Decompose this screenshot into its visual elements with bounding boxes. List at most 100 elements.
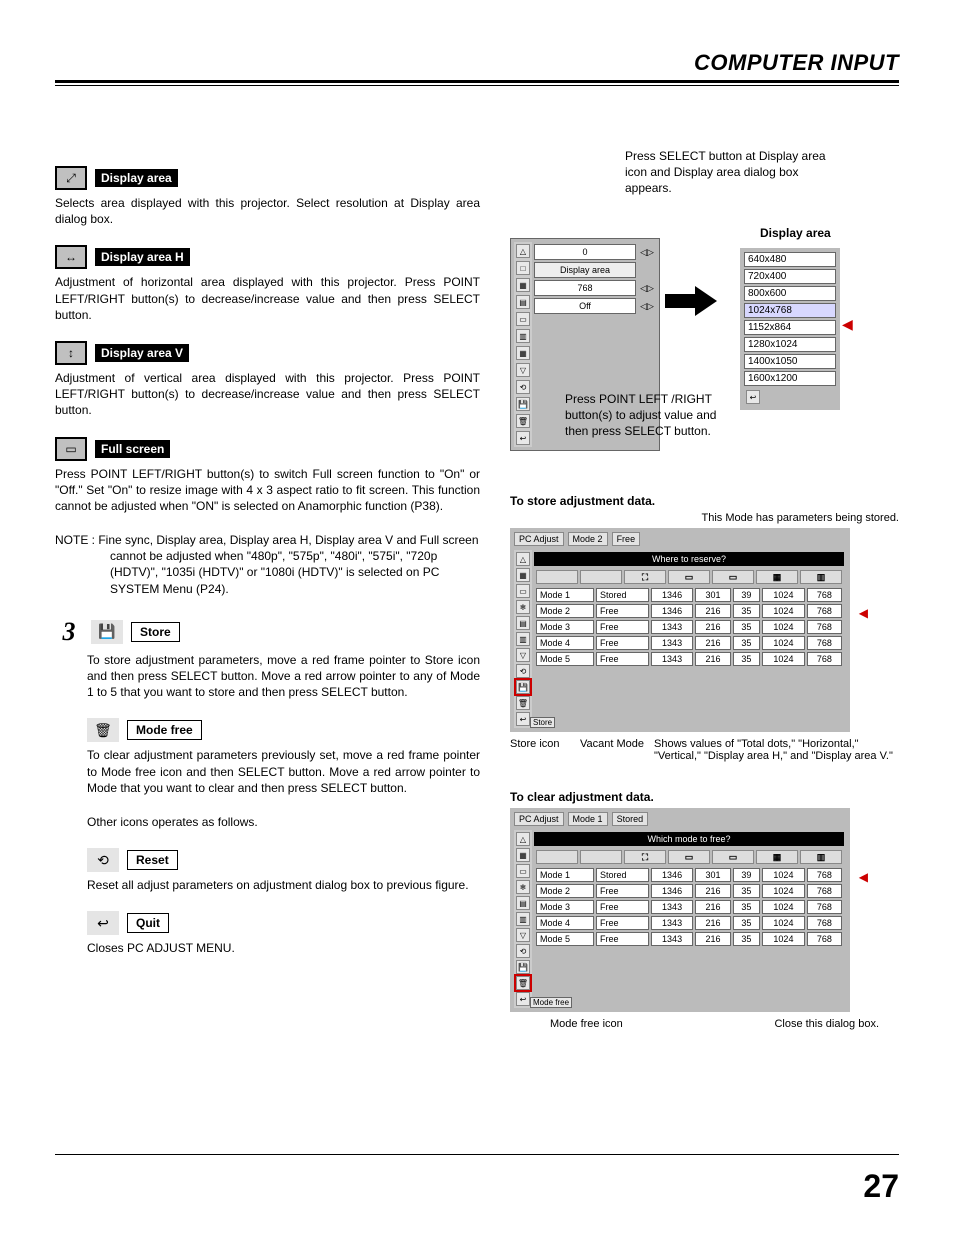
resolution-option: 640x480 (744, 252, 836, 267)
fig2-question-title: Where to reserve? (534, 552, 844, 566)
table-row: Mode 2Free1346216351024768 (536, 884, 842, 898)
display-area-v-text: Adjustment of vertical area displayed wi… (55, 370, 480, 419)
full-screen-icon: ▭ (55, 437, 87, 461)
full-screen-label: Full screen (95, 440, 170, 458)
reset-label: Reset (127, 850, 178, 870)
fig3-title: To clear adjustment data. (510, 790, 899, 804)
fig2-mode-table: ⛶▭▭▦▥ (534, 568, 844, 586)
table-row: Mode 4Free1343216351024768 (536, 636, 842, 650)
fig2-annot-vacant-mode: Vacant Mode (580, 738, 644, 762)
header-rule-thick (55, 80, 899, 83)
scroll-up-icon: △ (516, 244, 530, 258)
mode-free-highlight-icon: 🗑 (516, 976, 530, 990)
note-text: NOTE : Fine sync, Display area, Display … (55, 532, 480, 597)
display-area-icon: ⤢ (55, 166, 87, 190)
panel-icon: ▦ (516, 346, 530, 360)
resolution-option: 1600x1200 (744, 371, 836, 386)
fig2-caption-sub: This Mode has parameters being stored. (510, 512, 899, 524)
fig3-mode-table: ⛶▭▭▦▥ (534, 848, 844, 866)
scroll-down-icon: ▽ (516, 928, 530, 942)
reset-icon: ⟲ (87, 848, 119, 872)
panel-icon: 💾 (516, 397, 530, 411)
figure-store-data: To store adjustment data. This Mode has … (510, 494, 899, 762)
close-icon: ↩ (746, 390, 760, 404)
table-row: Mode 1Stored1346301391024768 (536, 588, 842, 602)
store-label: Store (131, 622, 180, 642)
fig3-mode-name: Mode 1 (568, 812, 608, 826)
adjust-arrows-icon: ◁▷ (640, 247, 654, 258)
table-row: Mode 2Free1346216351024768 (536, 604, 842, 618)
fig3-annot-mode-free-icon: Mode free icon (550, 1018, 623, 1030)
resolution-option: 1280x1024 (744, 337, 836, 352)
mode-free-icon: 🗑 (87, 718, 119, 742)
fig1-resolution-list: 640x480 720x400 800x600 1024x768 1152x86… (740, 248, 840, 410)
fig1-resolution-title: Display area (760, 226, 831, 240)
fig2-menu-name: PC Adjust (514, 532, 564, 546)
fig1-caption-top: Press SELECT button at Display area icon… (625, 148, 845, 197)
display-area-h-text: Adjustment of horizontal area displayed … (55, 274, 480, 323)
quit-icon: ↩ (87, 911, 119, 935)
big-right-arrow-icon (665, 286, 725, 316)
panel-icon: ▥ (516, 329, 530, 343)
figure-display-area: Press SELECT button at Display area icon… (510, 166, 899, 476)
fig3-status: Stored (612, 812, 649, 826)
page-number: 27 (863, 1168, 899, 1205)
mode-free-label: Mode free (127, 720, 202, 740)
fig2-title: To store adjustment data. (510, 494, 899, 508)
figure-clear-data: To clear adjustment data. PC Adjust Mode… (510, 790, 899, 1030)
table-row: Mode 3Free1343216351024768 (536, 900, 842, 914)
pointer-arrow-icon: ◀ (842, 316, 853, 333)
mode-free-text: To clear adjustment parameters previousl… (87, 747, 480, 796)
display-area-text: Selects area displayed with this project… (55, 195, 480, 227)
resolution-option: 720x400 (744, 269, 836, 284)
scroll-up-icon: △ (516, 832, 530, 846)
pointer-arrow-icon: ◀ (859, 606, 868, 620)
fig2-status: Free (612, 532, 641, 546)
display-area-label: Display area (95, 169, 178, 187)
adjust-arrows-icon: ◁▷ (640, 283, 654, 294)
resolution-option: 800x600 (744, 286, 836, 301)
fig2-mode-name: Mode 2 (568, 532, 608, 546)
table-row: Mode 1Stored1346301391024768 (536, 868, 842, 882)
panel-icon: 🗑 (516, 414, 530, 428)
fig1-row-value: Off (534, 298, 636, 314)
panel-icon: ⟲ (516, 380, 530, 394)
header-rule-thin (55, 85, 899, 86)
store-icon: 💾 (91, 620, 123, 644)
fig2-annot-values: Shows values of "Total dots," "Horizonta… (654, 738, 899, 762)
fig1-row-label: Display area (534, 262, 636, 278)
quit-label: Quit (127, 913, 169, 933)
fig1-row-value: 768 (534, 280, 636, 296)
display-area-h-label: Display area H (95, 248, 190, 266)
table-row: Mode 4Free1343216351024768 (536, 916, 842, 930)
adjust-arrows-icon: ◁▷ (640, 301, 654, 312)
display-area-v-label: Display area V (95, 344, 189, 362)
scroll-down-icon: ▽ (516, 648, 530, 662)
step-number-3: 3 (55, 617, 83, 647)
display-area-v-icon: ↕ (55, 341, 87, 365)
scroll-up-icon: △ (516, 552, 530, 566)
table-row: Mode 5Free1343216351024768 (536, 932, 842, 946)
pointer-arrow-icon: ◀ (859, 870, 868, 884)
panel-icon: ▤ (516, 295, 530, 309)
reset-text: Reset all adjust parameters on adjustmen… (87, 877, 480, 893)
fig2-row-label: Store (530, 717, 555, 728)
fig2-annot-store-icon: Store icon (510, 738, 570, 762)
resolution-option: 1400x1050 (744, 354, 836, 369)
table-row: Mode 5Free1343216351024768 (536, 652, 842, 666)
panel-icon: ↩ (516, 431, 530, 445)
display-area-h-icon: ↔ (55, 245, 87, 269)
table-row: Mode 3Free1343216351024768 (536, 620, 842, 634)
quit-text: Closes PC ADJUST MENU. (87, 940, 480, 956)
fig3-question-title: Which mode to free? (534, 832, 844, 846)
page-header-title: COMPUTER INPUT (55, 50, 899, 80)
fig3-annot-close: Close this dialog box. (774, 1018, 879, 1030)
store-text: To store adjustment parameters, move a r… (87, 652, 480, 701)
fig3-row-label: Mode free (530, 997, 572, 1008)
fig1-caption-mid: Press POINT LEFT /RIGHT button(s) to adj… (565, 391, 740, 440)
resolution-option: 1152x864 (744, 320, 836, 335)
panel-icon: □ (516, 261, 530, 275)
other-icons-text: Other icons operates as follows. (87, 814, 480, 830)
store-highlight-icon: 💾 (516, 680, 530, 694)
resolution-option: 1024x768 (744, 303, 836, 318)
